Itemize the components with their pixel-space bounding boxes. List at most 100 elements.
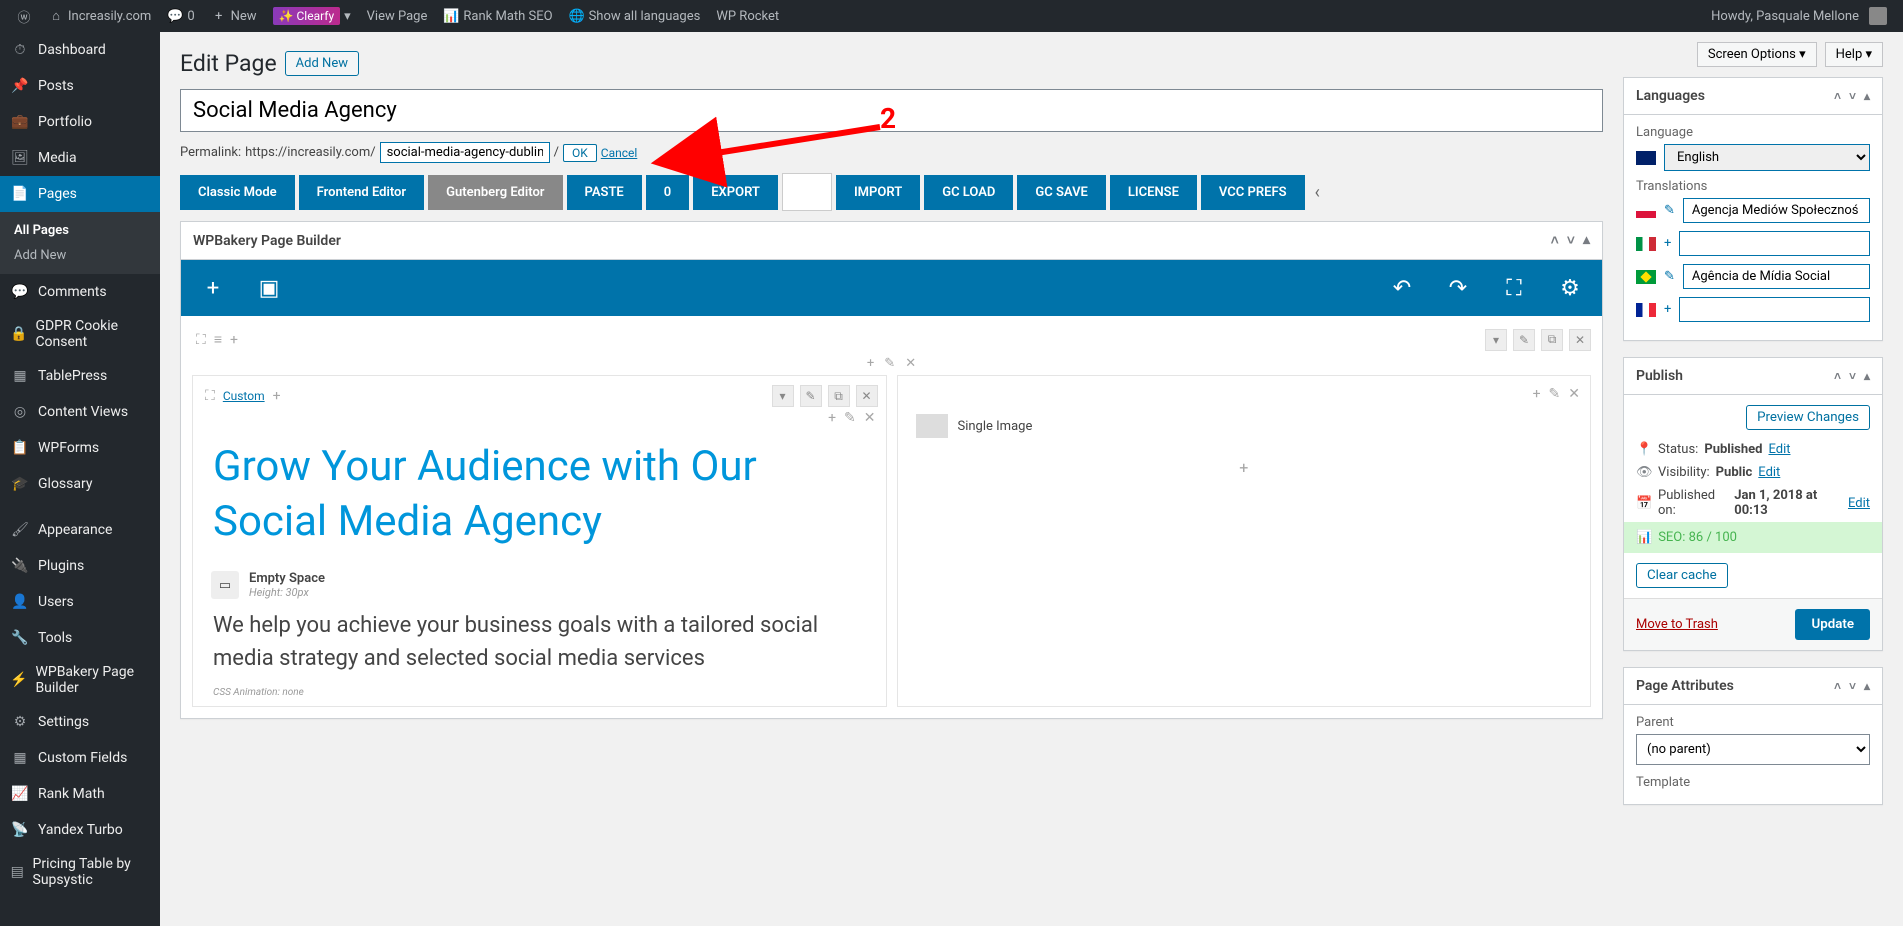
export-button[interactable]: EXPORT — [693, 175, 778, 210]
add-new-button[interactable]: Add New — [285, 51, 359, 76]
sidebar-media[interactable]: 🖼Media — [0, 140, 160, 176]
el-add-icon[interactable]: + — [828, 410, 836, 426]
attr-down-icon[interactable]: ˅ — [1849, 679, 1856, 693]
classic-mode-button[interactable]: Classic Mode — [180, 175, 295, 210]
row-delete-icon[interactable]: ✕ — [1569, 329, 1591, 351]
frontend-editor-button[interactable]: Frontend Editor — [299, 175, 424, 210]
sidebar-wpbakery[interactable]: ⚡WPBakery Page Builder — [0, 656, 160, 704]
pub-down-icon[interactable]: ˅ — [1849, 369, 1856, 383]
edit-br-icon[interactable]: ✎ — [1664, 269, 1675, 284]
update-button[interactable]: Update — [1795, 609, 1870, 640]
redo-icon[interactable]: ↷ — [1440, 270, 1476, 306]
col2-delete-icon[interactable]: ✕ — [1568, 386, 1580, 402]
sidebar-appearance[interactable]: 🖌Appearance — [0, 512, 160, 548]
help-button[interactable]: Help ▾ — [1825, 42, 1883, 67]
col-add-icon[interactable]: + — [867, 356, 874, 371]
drag-icon[interactable]: ⛶ — [196, 332, 206, 348]
scroll-left-icon[interactable]: ‹ — [1309, 182, 1326, 203]
edit-pl-icon[interactable]: ✎ — [1664, 203, 1675, 218]
slug-input[interactable] — [380, 142, 550, 163]
lang-toggle-icon[interactable]: ▴ — [1864, 89, 1870, 103]
sidebar-yandex[interactable]: 📡Yandex Turbo — [0, 812, 160, 848]
inner-toggle-icon[interactable]: ▾ — [772, 385, 794, 407]
sidebar-glossary[interactable]: 🎓Glossary — [0, 466, 160, 502]
el-edit-icon[interactable]: ✎ — [844, 410, 856, 426]
inner-delete-icon[interactable]: ✕ — [856, 385, 878, 407]
sidebar-plugins[interactable]: 🔌Plugins — [0, 548, 160, 584]
sidebar-tools[interactable]: 🔧Tools — [0, 620, 160, 656]
import-button[interactable]: IMPORT — [836, 175, 920, 210]
clearfy-menu[interactable]: ✨ Clearfy ▾ — [265, 0, 359, 32]
edit-visibility-link[interactable]: Edit — [1758, 465, 1780, 480]
edit-date-link[interactable]: Edit — [1848, 496, 1870, 511]
attr-up-icon[interactable]: ˄ — [1834, 679, 1841, 693]
move-down-icon[interactable]: ˅ — [1567, 232, 1575, 249]
translation-fr-input[interactable] — [1679, 297, 1870, 322]
sidebar-pricing-table[interactable]: ▤Pricing Table by Supsystic — [0, 848, 160, 896]
parent-select[interactable]: (no parent) — [1636, 734, 1870, 765]
site-link[interactable]: ⌂Increasily.com — [40, 0, 159, 32]
col2-add-icon[interactable]: + — [1533, 386, 1541, 402]
gutenberg-editor-button[interactable]: Gutenberg Editor — [428, 175, 562, 210]
sidebar-portfolio[interactable]: 💼Portfolio — [0, 104, 160, 140]
sidebar-wpforms[interactable]: 📋WPForms — [0, 430, 160, 466]
inner-drag-icon[interactable]: ⛶ — [205, 388, 215, 404]
col2-edit-icon[interactable]: ✎ — [1549, 386, 1561, 402]
preview-button[interactable]: Preview Changes — [1746, 405, 1870, 430]
sidebar-dashboard[interactable]: ⏱Dashboard — [0, 32, 160, 68]
vcc-prefs-button[interactable]: VCC PREFS — [1201, 175, 1305, 210]
columns-icon[interactable]: ≡ — [214, 331, 222, 348]
toggle-icon[interactable]: ▴ — [1583, 232, 1590, 249]
clear-cache-button[interactable]: Clear cache — [1636, 563, 1728, 588]
sidebar-custom-fields[interactable]: ▦Custom Fields — [0, 740, 160, 776]
translation-it-input[interactable] — [1679, 231, 1870, 256]
language-select[interactable]: English — [1664, 144, 1870, 171]
col-edit-icon[interactable]: ✎ — [884, 356, 895, 371]
attr-toggle-icon[interactable]: ▴ — [1864, 679, 1870, 693]
zero-button[interactable]: 0 — [646, 175, 689, 210]
add-fr-icon[interactable]: + — [1664, 302, 1671, 317]
wp-logo[interactable]: ⓦ — [8, 0, 40, 32]
sidebar-pages[interactable]: 📄Pages — [0, 176, 160, 212]
rank-math-menu[interactable]: 📊Rank Math SEO — [435, 0, 560, 32]
el-delete-icon[interactable]: ✕ — [864, 410, 876, 426]
heading-element[interactable]: Grow Your Audience with Our Social Media… — [201, 428, 878, 561]
new-content[interactable]: +New — [203, 0, 265, 32]
text-block-element[interactable]: We help you achieve your business goals … — [201, 609, 878, 687]
cancel-link[interactable]: Cancel — [601, 146, 638, 160]
settings-icon[interactable]: ⚙ — [1552, 270, 1588, 306]
custom-link[interactable]: Custom — [223, 389, 265, 403]
translation-br-input[interactable] — [1683, 264, 1870, 289]
translation-pl-input[interactable] — [1683, 198, 1870, 223]
sidebar-tablepress[interactable]: ▦TablePress — [0, 358, 160, 394]
single-image-element[interactable]: Single Image — [906, 404, 1583, 448]
empty-space-element[interactable]: ▭ Empty Space Height: 30px — [201, 561, 878, 609]
gc-save-button[interactable]: GC SAVE — [1017, 175, 1105, 210]
templates-icon[interactable]: ▣ — [251, 270, 287, 306]
comments-link[interactable]: 💬0 — [159, 0, 202, 32]
add-to-column-icon[interactable]: + — [906, 448, 1583, 487]
row-edit-icon[interactable]: ✎ — [1513, 329, 1535, 351]
inner-clone-icon[interactable]: ⧉ — [828, 385, 850, 407]
screen-options-button[interactable]: Screen Options ▾ — [1697, 42, 1817, 67]
sidebar-rank-math[interactable]: 📈Rank Math — [0, 776, 160, 812]
add-element-icon[interactable]: + — [195, 270, 231, 306]
languages-menu[interactable]: 🌐Show all languages — [561, 0, 709, 32]
sidebar-content-views[interactable]: ◎Content Views — [0, 394, 160, 430]
trash-link[interactable]: Move to Trash — [1636, 617, 1718, 632]
fullscreen-icon[interactable]: ⛶ — [1496, 270, 1532, 306]
add-icon[interactable]: + — [230, 332, 238, 348]
license-button[interactable]: LICENSE — [1110, 175, 1197, 210]
move-up-icon[interactable]: ˄ — [1551, 232, 1559, 249]
sidebar-add-new-page[interactable]: Add New — [0, 243, 160, 268]
view-page[interactable]: View Page — [359, 0, 436, 32]
bar-input[interactable] — [782, 173, 832, 211]
row-clone-icon[interactable]: ⧉ — [1541, 329, 1563, 351]
lang-up-icon[interactable]: ˄ — [1834, 89, 1841, 103]
pub-up-icon[interactable]: ˄ — [1834, 369, 1841, 383]
sidebar-settings[interactable]: ⚙Settings — [0, 704, 160, 740]
undo-icon[interactable]: ↶ — [1384, 270, 1420, 306]
gc-load-button[interactable]: GC LOAD — [924, 175, 1013, 210]
inner-add-icon[interactable]: + — [273, 388, 281, 404]
sidebar-comments[interactable]: 💬Comments — [0, 274, 160, 310]
